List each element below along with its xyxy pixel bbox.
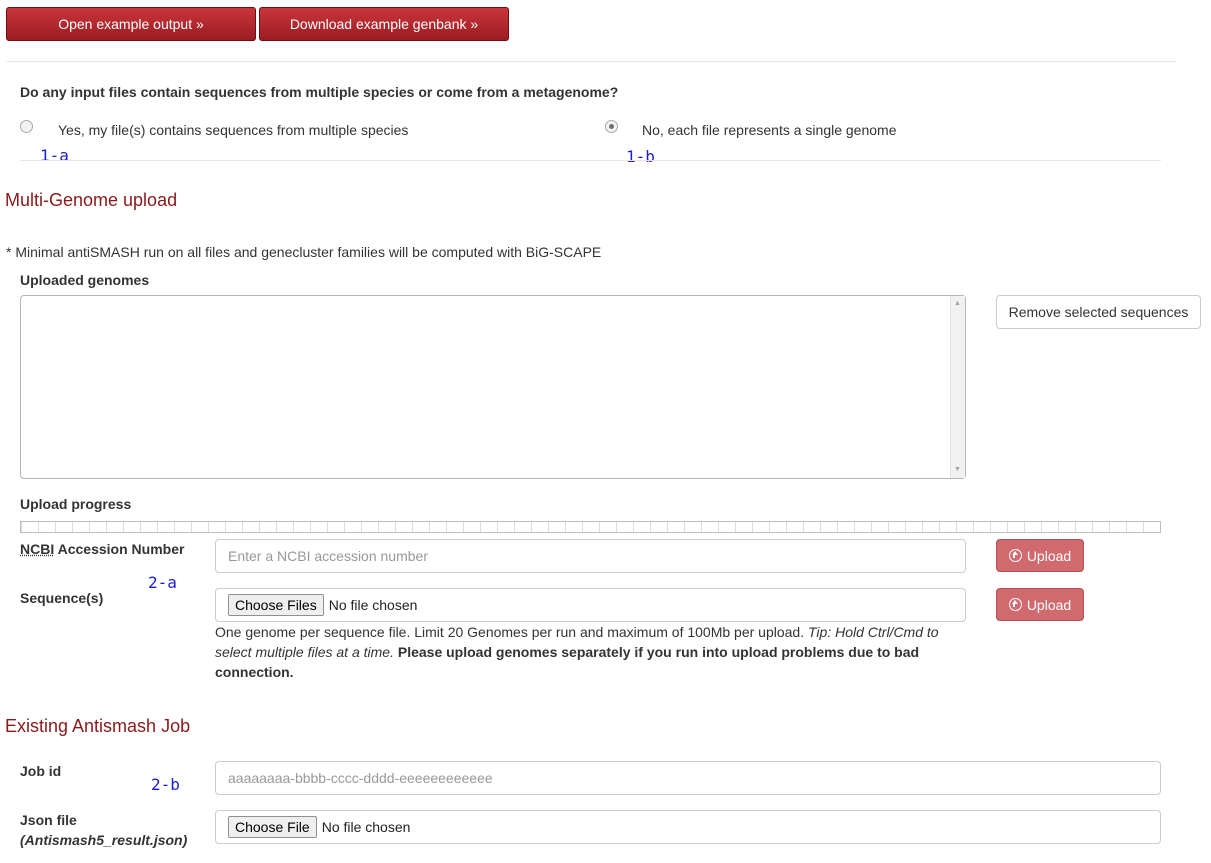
choose-files-button[interactable]: Choose Files [228, 594, 324, 616]
divider [6, 61, 1176, 62]
multi-genome-note: * Minimal antiSMASH run on all files and… [6, 244, 602, 260]
sequences-upload-button[interactable]: Upload [996, 588, 1084, 621]
sequence-help-text: One genome per sequence file. Limit 20 G… [215, 622, 955, 682]
job-id-label: Job id [20, 763, 62, 779]
sequences-file-input[interactable]: Choose Files No file chosen [215, 588, 966, 622]
json-file-sublabel: (Antismash5_result.json) [20, 832, 188, 848]
uploaded-genomes-list[interactable]: ▲ ▼ [20, 295, 966, 479]
open-example-output-button[interactable]: Open example output » [6, 7, 256, 41]
file-status: No file chosen [328, 597, 418, 613]
upload-button-label: Upload [1026, 596, 1072, 613]
annotation-1a: 1-a [40, 146, 69, 165]
radio-multiple-species[interactable] [20, 120, 33, 133]
uploaded-genomes-label: Uploaded genomes [20, 272, 150, 288]
upload-progress-label: Upload progress [20, 496, 132, 512]
upload-circle-arrow-icon [1008, 598, 1022, 611]
radio-single-genome[interactable] [605, 120, 618, 133]
ncbi-accession-label: NCBI Accession Number [20, 541, 184, 557]
scroll-up-icon[interactable]: ▲ [954, 300, 961, 308]
scrollbar[interactable]: ▲ ▼ [950, 296, 965, 478]
radio-single-genome-label: No, each file represents a single genome [642, 122, 897, 138]
metagenome-question: Do any input files contain sequences fro… [20, 84, 619, 100]
sequences-label: Sequence(s) [20, 590, 104, 606]
upload-progress-bar [20, 521, 1161, 533]
upload-button-label: Upload [1026, 547, 1072, 564]
ncbi-accession-input[interactable] [215, 539, 966, 573]
multi-genome-title: Multi-Genome upload [5, 190, 178, 210]
existing-job-title: Existing Antismash Job [5, 716, 191, 736]
file-status: No file chosen [321, 819, 411, 835]
remove-selected-sequences-button[interactable]: Remove selected sequences [996, 295, 1201, 329]
upload-circle-arrow-icon [1008, 549, 1022, 562]
divider [20, 160, 1161, 161]
annotation-2b: 2-b [151, 775, 180, 794]
json-file-input[interactable]: Choose File No file chosen [215, 810, 1161, 844]
job-id-input[interactable] [215, 761, 1161, 795]
radio-multiple-species-label: Yes, my file(s) contains sequences from … [58, 122, 409, 138]
ncbi-abbr: NCBI [20, 541, 55, 557]
ncbi-upload-button[interactable]: Upload [996, 539, 1084, 572]
help-plain: One genome per sequence file. Limit 20 G… [215, 624, 808, 640]
ncbi-label-text: Accession Number [54, 541, 185, 557]
download-example-genbank-button[interactable]: Download example genbank » [259, 7, 509, 41]
annotation-1b: 1-b [626, 147, 655, 166]
annotation-2a: 2-a [148, 573, 177, 592]
json-file-label: Json file [20, 812, 77, 828]
choose-file-button[interactable]: Choose File [228, 816, 317, 838]
scroll-down-icon[interactable]: ▼ [954, 466, 961, 474]
